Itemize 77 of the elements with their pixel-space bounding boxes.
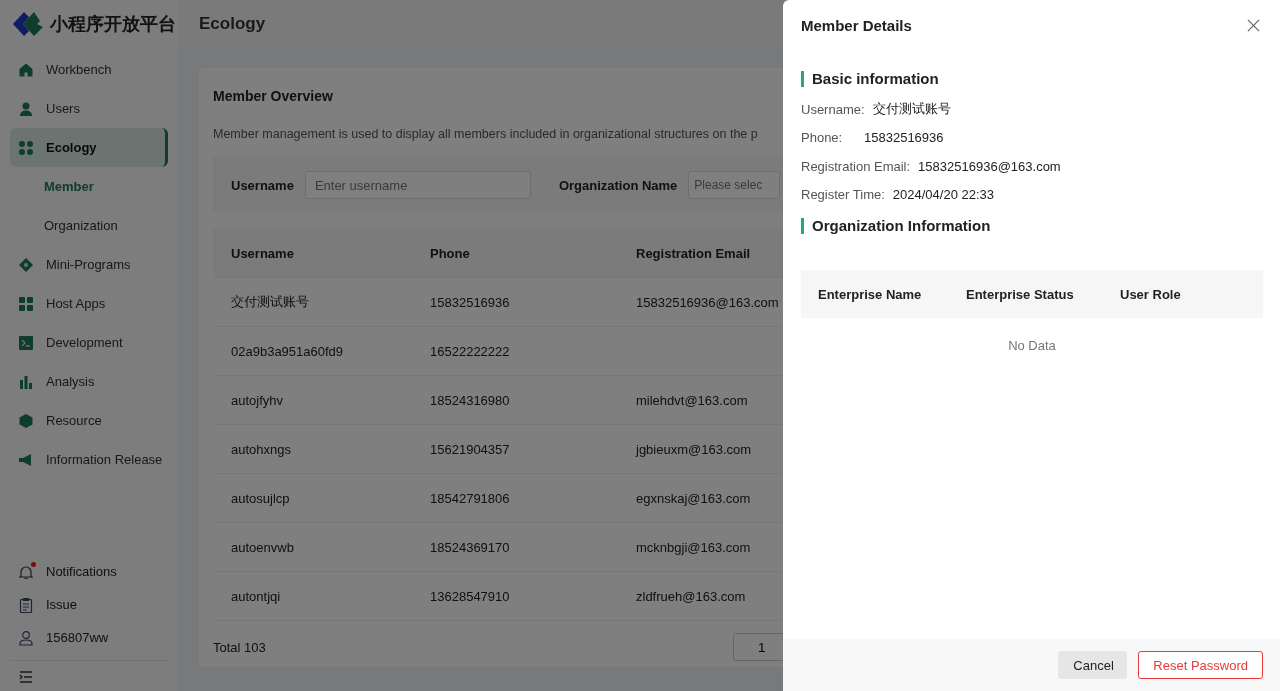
table-cell-text: 18524316980 [430, 392, 511, 408]
table-cell-text: egxnskaj@163.com [636, 490, 752, 506]
collapse-menu-icon[interactable] [18, 669, 34, 685]
table-cell-text: autontjqi [231, 588, 282, 604]
home-icon [18, 61, 34, 78]
table-cell-text: 13628547910 [430, 588, 511, 604]
clipboard-icon [18, 596, 34, 613]
card-title: Member Overview [213, 88, 334, 104]
filter-field[interactable]: Please selec [688, 171, 781, 199]
table-cell-text: 交付测试账号 [231, 293, 310, 311]
table-cell-text: 18524369170 [430, 539, 511, 555]
column-header: Phone [430, 245, 471, 261]
sidebar-item[interactable]: Users [10, 89, 168, 128]
submenu-item[interactable]: Organization [10, 206, 168, 245]
grid-icon [18, 139, 34, 156]
table-cell-text: autohxngs [231, 441, 292, 457]
table-cell-text: autosujlcp [231, 490, 291, 506]
sidebar-item[interactable]: Analysis [10, 362, 168, 401]
filter-label: Username [231, 177, 294, 193]
description-text: Member management is used to display all members included in organizational structures on the p [213, 127, 758, 141]
table-cell-text: 18542791806 [430, 490, 511, 506]
filter-field[interactable]: Enter username [304, 171, 531, 199]
user-icon [18, 100, 34, 117]
brand-title: 小程序开放平台 [50, 13, 176, 36]
apps-icon [18, 295, 34, 312]
filter-label: Organization Name [558, 177, 678, 193]
megaphone-icon [18, 451, 34, 468]
table-cell-text: 02a9b3a951a60fd9 [231, 343, 345, 359]
sidebar-item[interactable]: Ecology [10, 128, 168, 167]
field-value: 15832516936 [864, 130, 944, 146]
table-cell-text: zldfrueh@163.com [636, 588, 747, 604]
logo-icon [12, 11, 44, 37]
close-icon[interactable] [1247, 18, 1260, 32]
diamond-icon [18, 256, 34, 273]
column-header: Enterprise Name [818, 286, 923, 302]
field-label: Username: [801, 101, 865, 117]
sidebar-footer-item[interactable]: Issue [10, 588, 168, 621]
column-header: Username [231, 245, 295, 261]
cancel-button[interactable]: Cancel [1058, 651, 1128, 679]
table-cell-text: 16522222222 [430, 343, 511, 359]
column-header: User Role [1120, 286, 1181, 302]
table-cell-text: mcknbgji@163.com [636, 539, 752, 555]
submenu-item[interactable]: Member [10, 167, 168, 206]
empty-state-text: No Data [1008, 337, 1056, 353]
bar-chart-icon [18, 373, 34, 390]
field-value: 15832516936@163.com [918, 158, 1061, 174]
table-cell-text: 15832516936 [430, 294, 511, 310]
table-cell-text: milehdvt@163.com [636, 392, 749, 408]
field-value: 2024/04/20 22:33 [892, 187, 995, 203]
field-value: 交付测试账号 [872, 100, 951, 119]
table-cell-text: jgbieuxm@163.com [636, 441, 753, 457]
cube-icon [18, 412, 34, 429]
drawer-title: Member Details [801, 16, 912, 34]
sidebar-item[interactable]: Mini-Programs [10, 245, 168, 284]
sidebar-item[interactable]: Host Apps [10, 284, 168, 323]
sidebar-item[interactable]: Workbench [10, 50, 168, 89]
terminal-icon [18, 334, 34, 351]
field-label: Registration Email: [801, 158, 911, 174]
sidebar-item[interactable]: Information Release [10, 440, 168, 479]
bell-icon [18, 563, 34, 580]
field-label: Phone: [801, 130, 844, 146]
table-cell-text: 15621904357 [430, 441, 511, 457]
table-cell-text: autojfyhv [231, 392, 285, 408]
section-title: Basic information [801, 71, 1263, 87]
page-title: Ecology [199, 14, 266, 34]
field-label: Register Time: [801, 187, 885, 203]
sidebar-footer-item[interactable]: Notifications [10, 555, 168, 588]
section-title: Organization Information [801, 218, 1263, 234]
sidebar-item[interactable]: Resource [10, 401, 168, 440]
sidebar-footer-item[interactable]: 156807ww [10, 621, 168, 654]
reset-password-button[interactable]: Reset Password [1138, 651, 1263, 679]
person-icon [18, 629, 34, 646]
total-count: Total 103 [213, 639, 266, 655]
column-header: Enterprise Status [966, 286, 1075, 302]
table-cell-text: autoenvwb [231, 539, 295, 555]
sidebar-item[interactable]: Development [10, 323, 168, 362]
column-header: Registration Email [636, 245, 752, 261]
